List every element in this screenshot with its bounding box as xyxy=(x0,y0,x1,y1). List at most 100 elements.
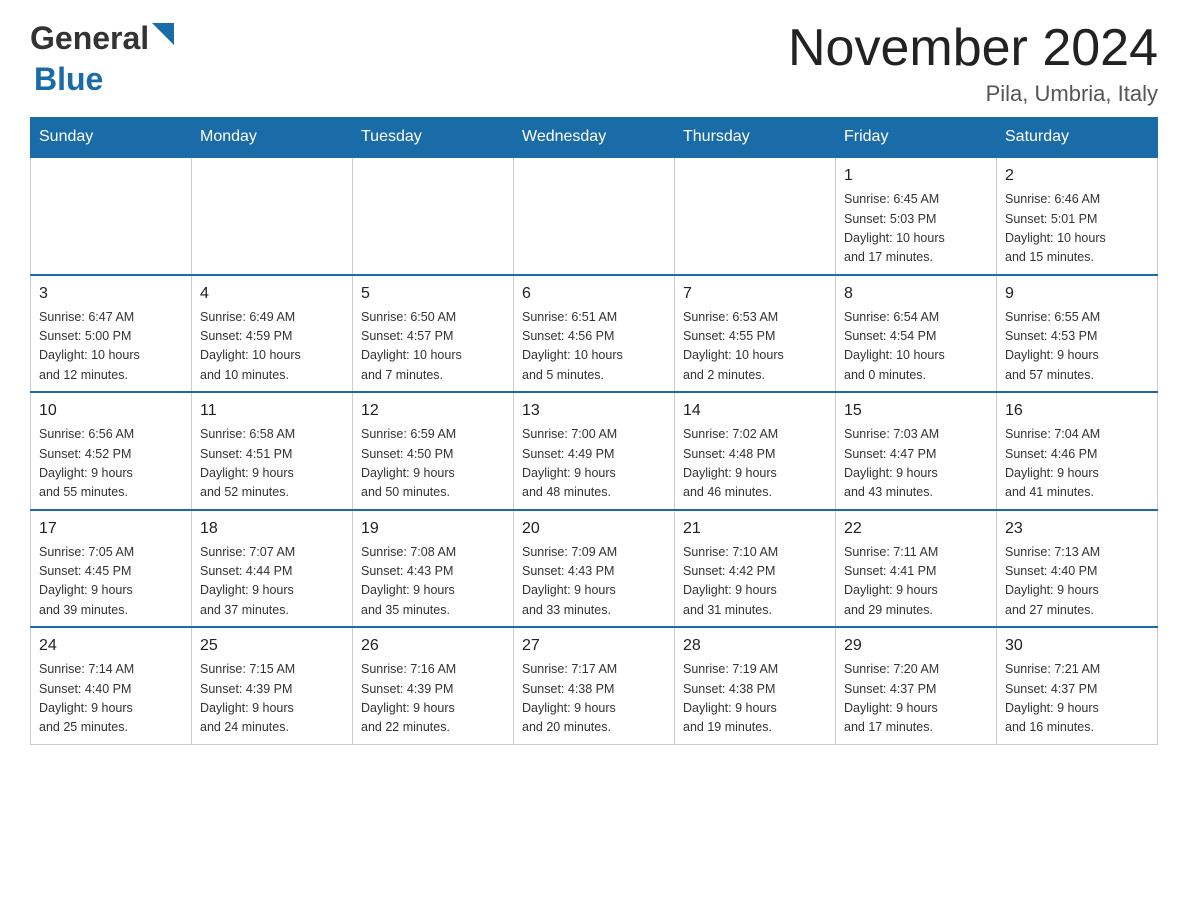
day-info: Sunrise: 7:10 AMSunset: 4:42 PMDaylight:… xyxy=(683,543,827,621)
day-number: 4 xyxy=(200,282,344,306)
day-number: 5 xyxy=(361,282,505,306)
day-number: 22 xyxy=(844,517,988,541)
calendar-cell: 26Sunrise: 7:16 AMSunset: 4:39 PMDayligh… xyxy=(353,627,514,744)
logo-blue-text: Blue xyxy=(34,61,103,97)
title-section: November 2024 Pila, Umbria, Italy xyxy=(788,20,1158,107)
day-number: 24 xyxy=(39,634,183,658)
calendar-cell: 5Sunrise: 6:50 AMSunset: 4:57 PMDaylight… xyxy=(353,275,514,393)
weekday-header-saturday: Saturday xyxy=(997,118,1158,158)
calendar-cell xyxy=(353,157,514,275)
weekday-header-sunday: Sunday xyxy=(31,118,192,158)
calendar-cell: 22Sunrise: 7:11 AMSunset: 4:41 PMDayligh… xyxy=(836,510,997,628)
day-info: Sunrise: 7:15 AMSunset: 4:39 PMDaylight:… xyxy=(200,660,344,738)
calendar-cell: 12Sunrise: 6:59 AMSunset: 4:50 PMDayligh… xyxy=(353,392,514,510)
day-info: Sunrise: 7:16 AMSunset: 4:39 PMDaylight:… xyxy=(361,660,505,738)
day-number: 17 xyxy=(39,517,183,541)
day-number: 3 xyxy=(39,282,183,306)
calendar-cell: 24Sunrise: 7:14 AMSunset: 4:40 PMDayligh… xyxy=(31,627,192,744)
day-info: Sunrise: 6:46 AMSunset: 5:01 PMDaylight:… xyxy=(1005,190,1149,268)
day-number: 28 xyxy=(683,634,827,658)
day-number: 19 xyxy=(361,517,505,541)
calendar-cell xyxy=(192,157,353,275)
calendar-cell: 15Sunrise: 7:03 AMSunset: 4:47 PMDayligh… xyxy=(836,392,997,510)
day-info: Sunrise: 6:54 AMSunset: 4:54 PMDaylight:… xyxy=(844,308,988,386)
day-number: 9 xyxy=(1005,282,1149,306)
calendar-table: SundayMondayTuesdayWednesdayThursdayFrid… xyxy=(30,117,1158,745)
calendar-cell: 27Sunrise: 7:17 AMSunset: 4:38 PMDayligh… xyxy=(514,627,675,744)
day-info: Sunrise: 7:08 AMSunset: 4:43 PMDaylight:… xyxy=(361,543,505,621)
page-header: General Blue November 2024 Pila, Umbria,… xyxy=(30,20,1158,107)
calendar-cell: 28Sunrise: 7:19 AMSunset: 4:38 PMDayligh… xyxy=(675,627,836,744)
day-number: 7 xyxy=(683,282,827,306)
logo-blue-line: Blue xyxy=(30,61,103,98)
day-number: 2 xyxy=(1005,164,1149,188)
day-info: Sunrise: 7:14 AMSunset: 4:40 PMDaylight:… xyxy=(39,660,183,738)
calendar-week-4: 17Sunrise: 7:05 AMSunset: 4:45 PMDayligh… xyxy=(31,510,1158,628)
calendar-body: 1Sunrise: 6:45 AMSunset: 5:03 PMDaylight… xyxy=(31,157,1158,744)
calendar-header: SundayMondayTuesdayWednesdayThursdayFrid… xyxy=(31,118,1158,158)
day-number: 30 xyxy=(1005,634,1149,658)
calendar-cell: 18Sunrise: 7:07 AMSunset: 4:44 PMDayligh… xyxy=(192,510,353,628)
day-info: Sunrise: 6:56 AMSunset: 4:52 PMDaylight:… xyxy=(39,425,183,503)
day-info: Sunrise: 7:05 AMSunset: 4:45 PMDaylight:… xyxy=(39,543,183,621)
calendar-cell: 16Sunrise: 7:04 AMSunset: 4:46 PMDayligh… xyxy=(997,392,1158,510)
calendar-cell: 21Sunrise: 7:10 AMSunset: 4:42 PMDayligh… xyxy=(675,510,836,628)
day-info: Sunrise: 7:09 AMSunset: 4:43 PMDaylight:… xyxy=(522,543,666,621)
day-info: Sunrise: 7:17 AMSunset: 4:38 PMDaylight:… xyxy=(522,660,666,738)
logo: General Blue xyxy=(30,20,174,98)
calendar-cell: 29Sunrise: 7:20 AMSunset: 4:37 PMDayligh… xyxy=(836,627,997,744)
calendar-cell: 17Sunrise: 7:05 AMSunset: 4:45 PMDayligh… xyxy=(31,510,192,628)
day-number: 1 xyxy=(844,164,988,188)
day-number: 27 xyxy=(522,634,666,658)
day-number: 12 xyxy=(361,399,505,423)
calendar-cell: 2Sunrise: 6:46 AMSunset: 5:01 PMDaylight… xyxy=(997,157,1158,275)
day-info: Sunrise: 6:59 AMSunset: 4:50 PMDaylight:… xyxy=(361,425,505,503)
calendar-cell: 1Sunrise: 6:45 AMSunset: 5:03 PMDaylight… xyxy=(836,157,997,275)
logo-arrow-icon xyxy=(152,23,174,50)
day-number: 8 xyxy=(844,282,988,306)
calendar-cell: 8Sunrise: 6:54 AMSunset: 4:54 PMDaylight… xyxy=(836,275,997,393)
day-number: 16 xyxy=(1005,399,1149,423)
calendar-cell xyxy=(514,157,675,275)
logo-general-text: General xyxy=(30,20,149,56)
day-number: 23 xyxy=(1005,517,1149,541)
weekday-header-wednesday: Wednesday xyxy=(514,118,675,158)
calendar-week-1: 1Sunrise: 6:45 AMSunset: 5:03 PMDaylight… xyxy=(31,157,1158,275)
day-number: 29 xyxy=(844,634,988,658)
day-number: 25 xyxy=(200,634,344,658)
day-info: Sunrise: 7:00 AMSunset: 4:49 PMDaylight:… xyxy=(522,425,666,503)
day-number: 13 xyxy=(522,399,666,423)
day-info: Sunrise: 6:51 AMSunset: 4:56 PMDaylight:… xyxy=(522,308,666,386)
day-info: Sunrise: 6:55 AMSunset: 4:53 PMDaylight:… xyxy=(1005,308,1149,386)
day-number: 15 xyxy=(844,399,988,423)
calendar-cell: 23Sunrise: 7:13 AMSunset: 4:40 PMDayligh… xyxy=(997,510,1158,628)
day-info: Sunrise: 7:02 AMSunset: 4:48 PMDaylight:… xyxy=(683,425,827,503)
day-number: 21 xyxy=(683,517,827,541)
day-info: Sunrise: 6:50 AMSunset: 4:57 PMDaylight:… xyxy=(361,308,505,386)
day-info: Sunrise: 7:04 AMSunset: 4:46 PMDaylight:… xyxy=(1005,425,1149,503)
calendar-cell xyxy=(675,157,836,275)
calendar-cell: 7Sunrise: 6:53 AMSunset: 4:55 PMDaylight… xyxy=(675,275,836,393)
weekday-header-thursday: Thursday xyxy=(675,118,836,158)
calendar-cell: 6Sunrise: 6:51 AMSunset: 4:56 PMDaylight… xyxy=(514,275,675,393)
day-number: 26 xyxy=(361,634,505,658)
day-info: Sunrise: 7:11 AMSunset: 4:41 PMDaylight:… xyxy=(844,543,988,621)
day-info: Sunrise: 7:07 AMSunset: 4:44 PMDaylight:… xyxy=(200,543,344,621)
day-number: 11 xyxy=(200,399,344,423)
calendar-cell: 11Sunrise: 6:58 AMSunset: 4:51 PMDayligh… xyxy=(192,392,353,510)
day-info: Sunrise: 6:49 AMSunset: 4:59 PMDaylight:… xyxy=(200,308,344,386)
weekday-header-monday: Monday xyxy=(192,118,353,158)
day-info: Sunrise: 7:03 AMSunset: 4:47 PMDaylight:… xyxy=(844,425,988,503)
calendar-cell: 14Sunrise: 7:02 AMSunset: 4:48 PMDayligh… xyxy=(675,392,836,510)
weekday-header-friday: Friday xyxy=(836,118,997,158)
calendar-cell: 25Sunrise: 7:15 AMSunset: 4:39 PMDayligh… xyxy=(192,627,353,744)
calendar-cell: 10Sunrise: 6:56 AMSunset: 4:52 PMDayligh… xyxy=(31,392,192,510)
location-text: Pila, Umbria, Italy xyxy=(788,81,1158,107)
calendar-cell: 13Sunrise: 7:00 AMSunset: 4:49 PMDayligh… xyxy=(514,392,675,510)
calendar-cell: 20Sunrise: 7:09 AMSunset: 4:43 PMDayligh… xyxy=(514,510,675,628)
calendar-cell: 19Sunrise: 7:08 AMSunset: 4:43 PMDayligh… xyxy=(353,510,514,628)
day-info: Sunrise: 6:53 AMSunset: 4:55 PMDaylight:… xyxy=(683,308,827,386)
calendar-week-5: 24Sunrise: 7:14 AMSunset: 4:40 PMDayligh… xyxy=(31,627,1158,744)
logo-general-line: General xyxy=(30,20,174,57)
day-info: Sunrise: 7:13 AMSunset: 4:40 PMDaylight:… xyxy=(1005,543,1149,621)
